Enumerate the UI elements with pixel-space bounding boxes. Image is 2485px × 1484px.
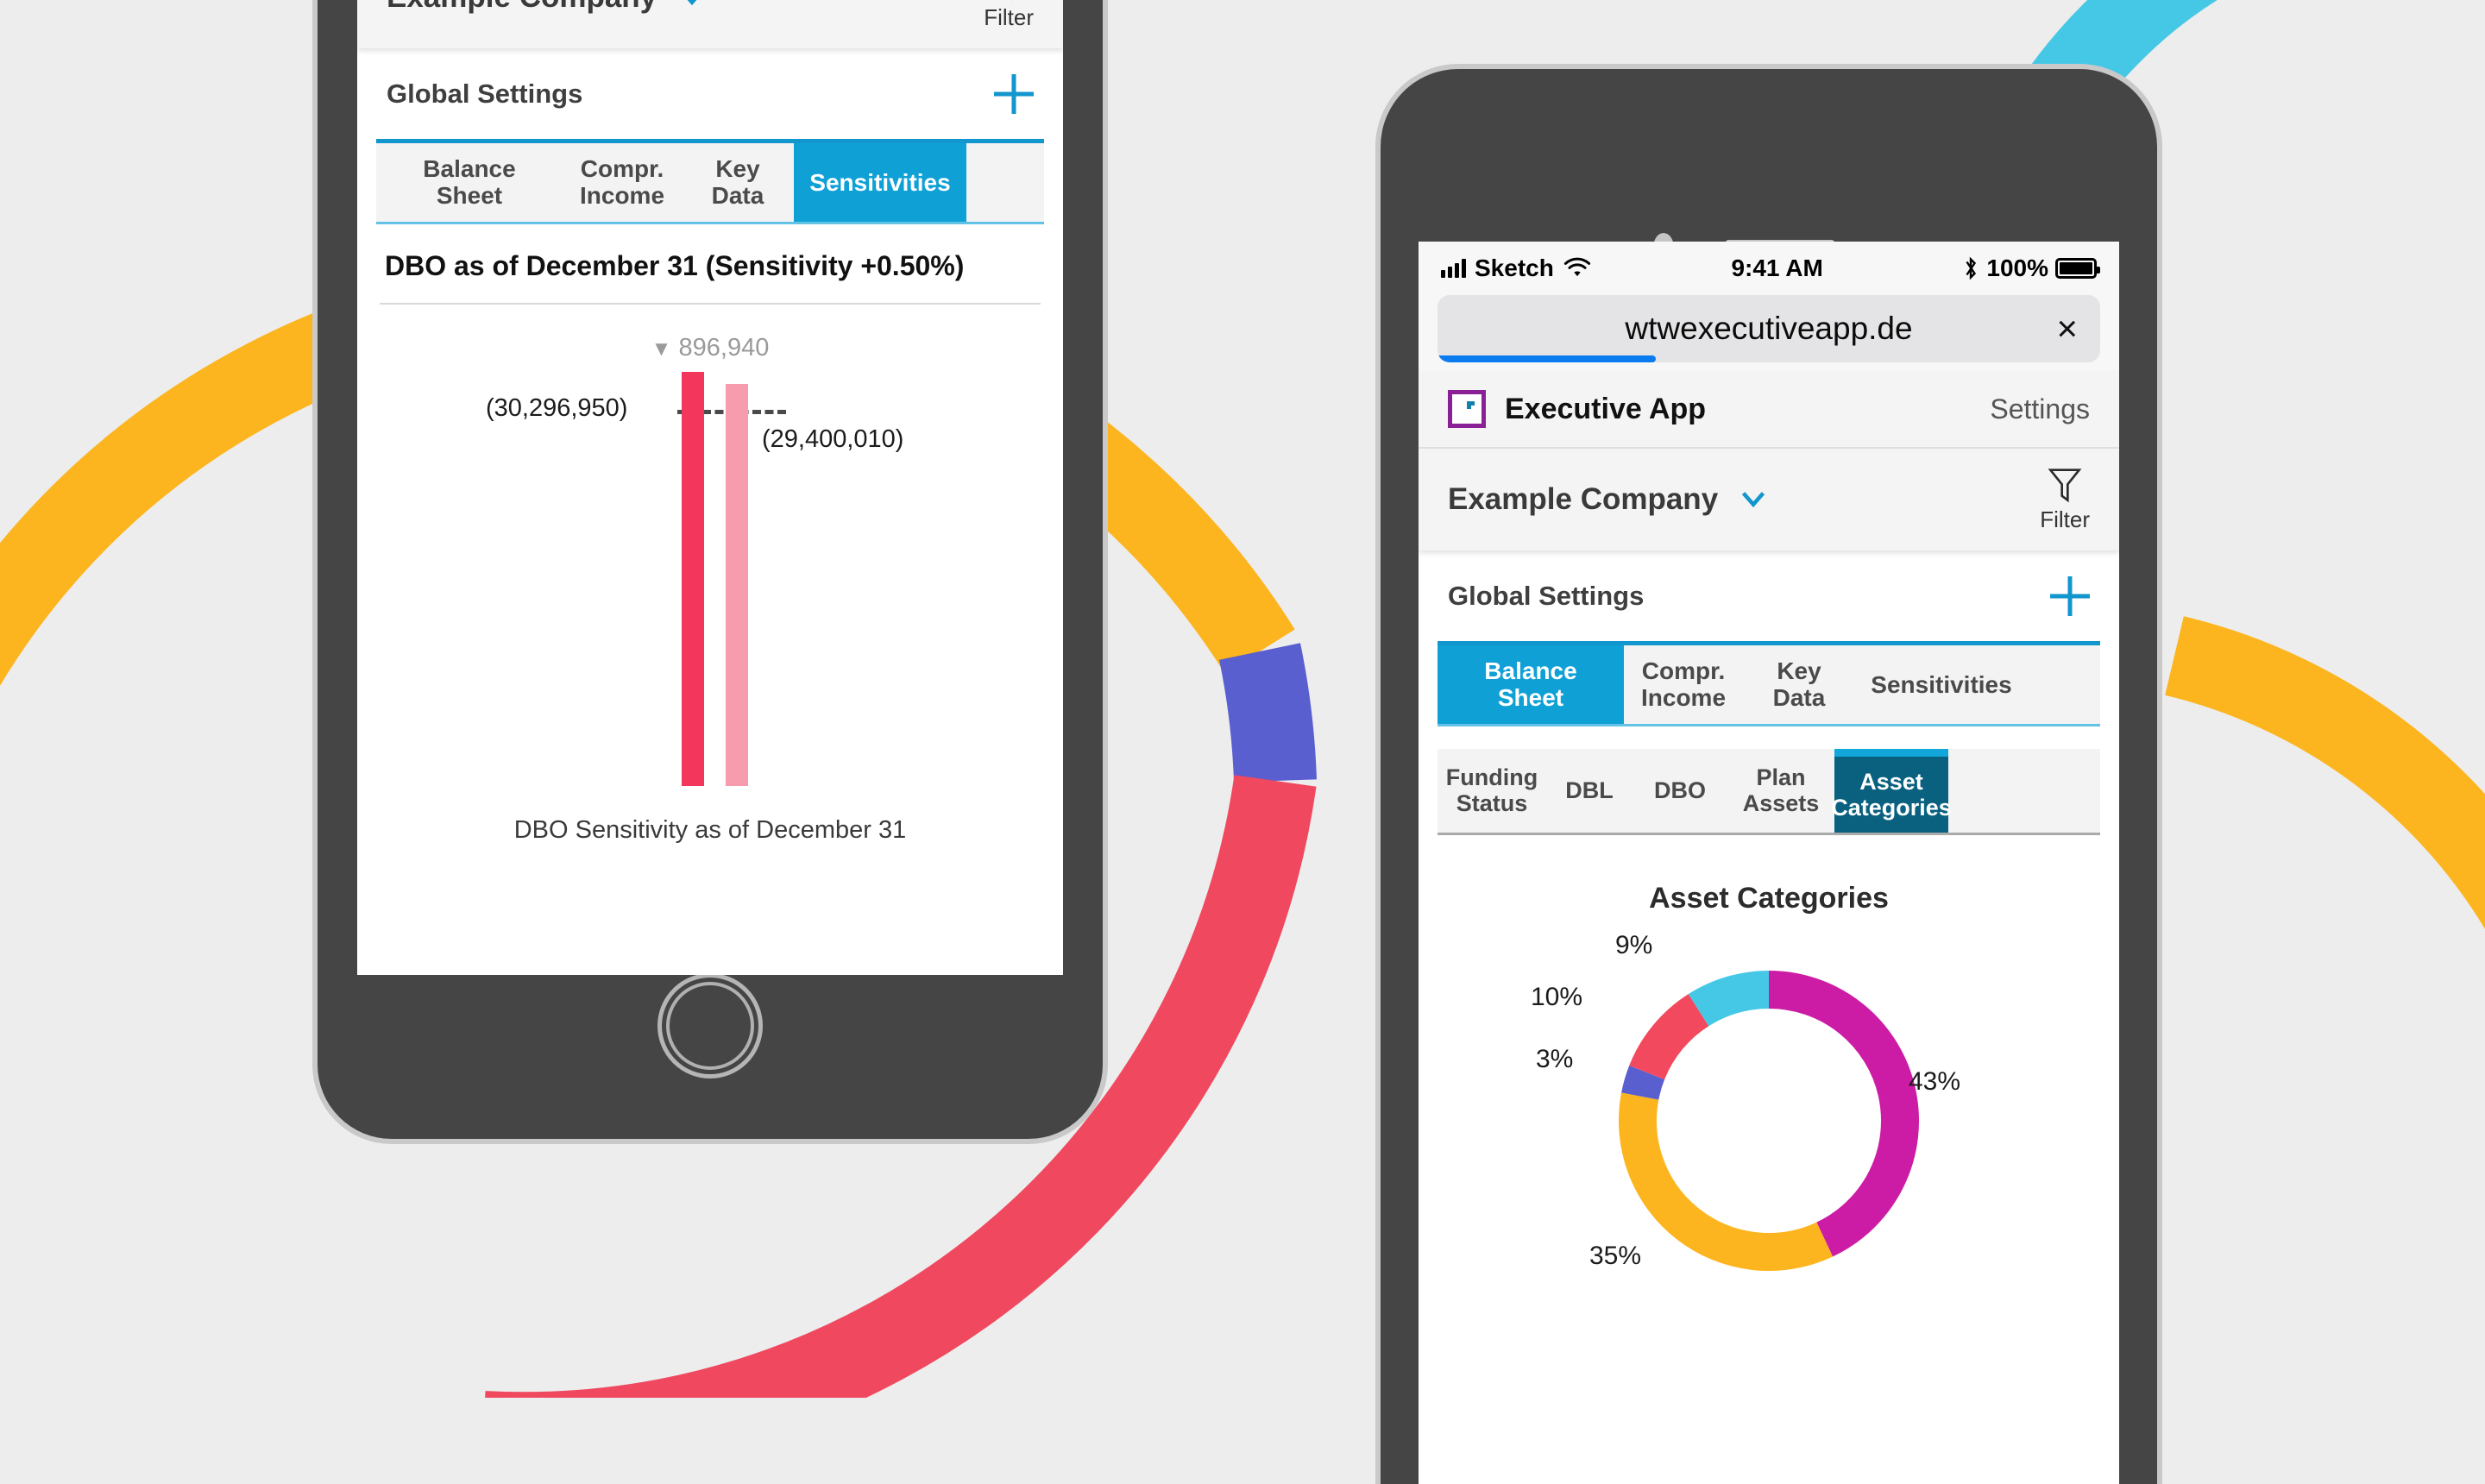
- chart-delta-label: ▼ 896,940: [380, 334, 1041, 362]
- tab-key-data[interactable]: Key Data: [682, 143, 794, 222]
- tab-sensitivities[interactable]: Sensitivities: [1855, 645, 2028, 724]
- filter-label-left: Filter: [984, 3, 1034, 30]
- add-icon-left[interactable]: [994, 74, 1034, 114]
- filter-icon-left: [991, 0, 1026, 3]
- tab-balance-sheet[interactable]: Balance Sheet: [1438, 645, 1624, 724]
- phone-device-right: Sketch 9:41 AM 100% wtwexecutiveapp.de ×…: [1381, 69, 2157, 1484]
- chevron-down-icon-right[interactable]: [1739, 485, 1768, 514]
- tab-sensitivities[interactable]: Sensitivities: [794, 143, 966, 222]
- chart-plot-area: (30,296,950) (29,400,010): [380, 371, 1041, 786]
- filter-icon-right: [2048, 468, 2082, 502]
- battery-icon: [2055, 258, 2100, 279]
- add-icon-right[interactable]: [2050, 576, 2090, 616]
- company-name-right[interactable]: Example Company: [1448, 482, 1718, 517]
- phone-device-left: Executive App Settings Example Company F…: [318, 0, 1103, 1139]
- chart-caption-left: DBO Sensitivity as of December 31: [513, 815, 907, 844]
- app-body-right: Global Settings Balance Sheet Compr. Inco…: [1419, 550, 2119, 1332]
- app-body-left: Global Settings Balance Sheet Compr. Inco…: [357, 48, 1063, 857]
- executive-app-logo-icon-right: [1448, 390, 1486, 428]
- filter-label-right: Filter: [2040, 506, 2090, 532]
- status-time: 9:41 AM: [1731, 255, 1823, 281]
- address-bar-right[interactable]: wtwexecutiveapp.de ×: [1438, 295, 2100, 362]
- close-icon[interactable]: ×: [2056, 311, 2078, 347]
- tab-balance-sheet[interactable]: Balance Sheet: [376, 143, 563, 222]
- settings-link-right[interactable]: Settings: [1990, 393, 2090, 425]
- tab-dbo[interactable]: DBO: [1633, 749, 1727, 833]
- tab-bar-filler: [1948, 749, 2100, 833]
- filter-button-right[interactable]: Filter: [2040, 467, 2090, 533]
- carrier-label: Sketch: [1475, 255, 1554, 281]
- chart-title-left: DBO as of December 31 (Sensitivity +0.50…: [380, 224, 1041, 305]
- dbo-sensitivity-bar-chart: ▼ 896,940 (30,296,950) (29,400,010) DBO …: [380, 305, 1041, 857]
- tab-asset-categories[interactable]: Asset Categories: [1831, 748, 1952, 833]
- battery-percent-label: 100%: [1986, 255, 2048, 281]
- tab-bar-left[interactable]: Balance Sheet Compr. Income Key Data Sensit…: [376, 143, 1044, 224]
- ring-arc-blue: [1218, 643, 1317, 783]
- bluetooth-icon: [1966, 256, 1977, 280]
- app-title-right: Executive App: [1505, 392, 1707, 425]
- company-bar-right: Example Company Filter: [1419, 449, 2119, 550]
- bar-label-sensitivity-dbo: (29,400,010): [762, 424, 904, 453]
- asset-categories-card: Asset Categories 9% 10% 3% 43% 35%: [1446, 858, 2092, 1332]
- phone-screen-right: Sketch 9:41 AM 100% wtwexecutiveapp.de ×…: [1419, 242, 2119, 1484]
- phone-screen-left: Executive App Settings Example Company F…: [357, 0, 1063, 975]
- global-settings-row-left: Global Settings: [376, 48, 1044, 143]
- filter-button-left[interactable]: Filter: [984, 0, 1034, 31]
- app-header-right: Executive App Settings: [1419, 371, 2119, 449]
- global-settings-label-right: Global Settings: [1448, 580, 1645, 611]
- ios-status-bar: Sketch 9:41 AM 100%: [1419, 242, 2119, 295]
- donut-segment-35%[interactable]: [1619, 1092, 1834, 1272]
- company-name-left[interactable]: Example Company: [387, 0, 657, 15]
- wifi-icon: [1563, 257, 1590, 277]
- logo-glyph-icon-right: [1459, 401, 1475, 414]
- ring-arc-orange-right: [2164, 616, 2485, 929]
- cellular-signal-icon: [1441, 259, 1466, 278]
- tab-key-data[interactable]: Key Data: [1743, 645, 1855, 724]
- browser-toolbar-right: wtwexecutiveapp.de ×: [1419, 295, 2119, 371]
- delta-down-icon: ▼: [651, 336, 672, 361]
- tab-compr-income[interactable]: Compr. Income: [563, 143, 682, 222]
- home-button-left[interactable]: [657, 973, 763, 1078]
- donut-label-orange: 35%: [1589, 1242, 1642, 1271]
- url-text: wtwexecutiveapp.de: [1625, 311, 1913, 346]
- donut-segment-9%[interactable]: [1688, 971, 1770, 1027]
- donut-label-purple: 3%: [1536, 1045, 1574, 1074]
- global-settings-label-left: Global Settings: [387, 78, 583, 109]
- donut-segment-3%[interactable]: [1621, 1066, 1665, 1101]
- delta-value: 896,940: [678, 333, 770, 362]
- donut-label-magenta: 43%: [1909, 1067, 1961, 1097]
- donut-segment-43%[interactable]: [1768, 971, 1919, 1257]
- donut-svg: [1619, 971, 1919, 1272]
- tab-bar-filler: [2028, 645, 2100, 724]
- bar-sensitivity-dbo[interactable]: [726, 383, 748, 786]
- sub-tab-bar-right[interactable]: Funding Status DBL DBO Plan Assets Asset Cat…: [1438, 748, 2100, 836]
- donut-label-red: 10%: [1531, 983, 1583, 1012]
- asset-categories-donut-chart: 9% 10% 3% 43% 35%: [1446, 931, 2092, 1302]
- company-bar-left: Example Company Filter: [357, 0, 1063, 48]
- global-settings-row-right: Global Settings: [1438, 550, 2100, 645]
- tab-plan-assets[interactable]: Plan Assets: [1727, 749, 1834, 833]
- tab-dbl[interactable]: DBL: [1546, 749, 1633, 833]
- tab-funding-status[interactable]: Funding Status: [1438, 749, 1546, 833]
- donut-label-cyan: 9%: [1615, 931, 1653, 960]
- bar-label-base-dbo: (30,296,950): [486, 393, 628, 422]
- tab-bar-right[interactable]: Balance Sheet Compr. Income Key Data Sensit…: [1438, 645, 2100, 726]
- donut-chart-title: Asset Categories: [1649, 882, 1889, 915]
- tab-bar-filler: [966, 143, 1044, 222]
- page-load-progress-right: [1438, 355, 1657, 362]
- chevron-down-icon-left[interactable]: [677, 0, 707, 12]
- bar-base-dbo[interactable]: [682, 371, 704, 786]
- tab-compr-income[interactable]: Compr. Income: [1624, 645, 1743, 724]
- donut-segment-10%[interactable]: [1629, 994, 1709, 1080]
